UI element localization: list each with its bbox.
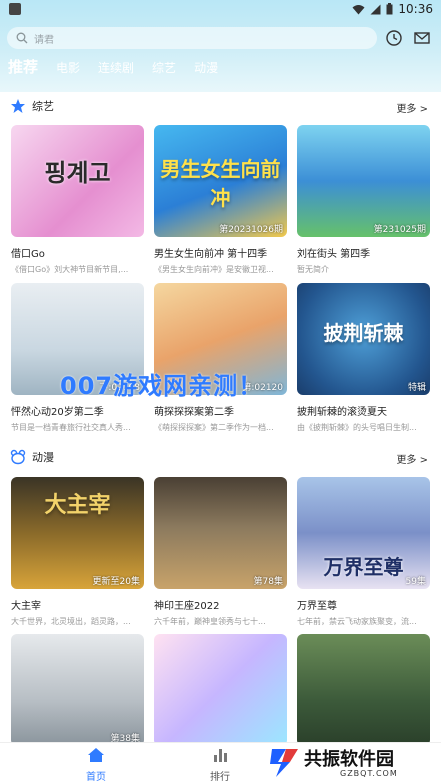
card-subtitle: 《借口Go》刘大神节目新节目,... <box>11 265 129 274</box>
nav-home-label: 首页 <box>86 772 106 783</box>
card-subtitle: 由《披荆斩棘》的头号唱日生制... <box>297 423 417 432</box>
poster: 第38集 <box>11 634 144 746</box>
variety-card[interactable]: 第231025期 刘在街头 第四季 暂无简介 <box>297 125 430 275</box>
episode-tag: 59集 <box>405 577 426 587</box>
history-icon[interactable] <box>385 29 403 47</box>
card-title: 大主宰 <box>11 601 41 612</box>
poster-text: 大主宰 <box>44 493 111 518</box>
card-subtitle: 《萌探探探案》第二季作为一档... <box>154 423 274 432</box>
episode-tag: 第78集 <box>253 577 283 587</box>
card-title: 神印王座2022 <box>154 601 220 612</box>
poster: 披荆斩棘 特辑 <box>297 283 430 395</box>
anime-card[interactable]: 大主宰 更新至20集 大主宰 大千世界，北灵境出，蹈灵路，... <box>11 477 144 627</box>
anime-section-title: 动漫 <box>10 449 54 465</box>
bear-icon <box>10 449 26 465</box>
message-icon[interactable] <box>413 29 431 47</box>
section-label: 综艺 <box>32 100 54 113</box>
star-icon <box>11 99 25 113</box>
battery-icon <box>386 3 393 15</box>
tab-variety[interactable]: 综艺 <box>152 60 176 76</box>
home-icon <box>88 748 104 762</box>
tab-recommend[interactable]: 推荐 <box>8 58 38 76</box>
brand-logo-icon <box>270 749 298 777</box>
episode-tag: 更新至20集 <box>92 577 140 587</box>
card-subtitle: 暂无简介 <box>297 265 329 274</box>
signal-icon <box>370 4 381 14</box>
card-subtitle: 大千世界，北灵境出，蹈灵路，... <box>11 617 131 626</box>
card-subtitle: 七年前，禁云飞动家族聚变，流... <box>297 617 417 626</box>
poster: 第78集 <box>154 477 287 589</box>
card-title: 怦然心动20岁第二季 <box>11 407 104 418</box>
section-label: 动漫 <box>32 451 54 464</box>
poster-text: 男生女生向前冲 <box>160 157 281 210</box>
anime-card[interactable]: 万界至尊 59集 万界至尊 七年前，禁云飞动家族聚变，流... <box>297 477 430 627</box>
brand-watermark: 共振软件园 GZBQT.COM <box>268 743 438 783</box>
tab-anime[interactable]: 动漫 <box>194 60 218 76</box>
tab-series[interactable]: 连续剧 <box>98 60 134 76</box>
episode-tag: 第20231026期 <box>219 225 283 235</box>
anime-card[interactable]: 第38集 <box>11 634 144 746</box>
nav-rank-label: 排行 <box>210 772 230 783</box>
poster: 大主宰 更新至20集 <box>11 477 144 589</box>
card-subtitle: 《男生女生向前冲》是安徽卫视... <box>154 265 274 274</box>
poster: 第231025期 <box>297 125 430 237</box>
watermark: 007游戏网亲测！ <box>60 372 264 400</box>
status-bar: 10:36 <box>0 0 441 20</box>
episode-tag: 第231025期 <box>373 225 426 235</box>
nav-home[interactable]: 首页 <box>66 747 126 783</box>
anime-card[interactable] <box>297 634 430 746</box>
poster: 핑계고 <box>11 125 144 237</box>
search-bar[interactable]: 请君 <box>7 27 377 49</box>
variety-card[interactable]: 下:02108 怦然心动20岁第二季 节目是一档青春旅行社交真人秀... <box>11 283 144 433</box>
poster-text: 핑계고 <box>44 159 111 187</box>
card-subtitle: 六千年前，巅神皇领秀与七十... <box>154 617 266 626</box>
category-tabs: 推荐 电影 连续剧 综艺 动漫 <box>8 58 218 76</box>
notification-icon <box>9 3 21 15</box>
card-title: 披荆斩棘的滚烫夏天 <box>297 407 387 418</box>
card-title: 万界至尊 <box>297 601 337 612</box>
variety-card[interactable]: 男生女生向前冲 第20231026期 男生女生向前冲 第十四季 《男生女生向前冲… <box>154 125 287 275</box>
status-time: 10:36 <box>398 2 433 16</box>
variety-card[interactable]: 핑계고 借口Go 《借口Go》刘大神节目新节目,... <box>11 125 144 275</box>
anime-card[interactable] <box>154 634 287 746</box>
card-subtitle: 节目是一档青春旅行社交真人秀... <box>11 423 131 432</box>
brand-name: 共振软件园 <box>304 749 394 770</box>
variety-section-title: 综艺 <box>10 98 54 114</box>
anime-more-link[interactable]: 更多 > <box>396 451 428 466</box>
card-title: 男生女生向前冲 第十四季 <box>154 249 268 260</box>
variety-card[interactable]: 披荆斩棘 特辑 披荆斩棘的滚烫夏天 由《披荆斩棘》的头号唱日生制... <box>297 283 430 433</box>
variety-more-link[interactable]: 更多 > <box>396 100 428 115</box>
anime-card[interactable]: 第78集 神印王座2022 六千年前，巅神皇领秀与七十... <box>154 477 287 627</box>
wifi-icon <box>352 4 365 14</box>
search-icon <box>16 32 28 44</box>
poster <box>154 634 287 746</box>
nav-rank[interactable]: 排行 <box>190 747 250 783</box>
tab-movie[interactable]: 电影 <box>56 60 80 76</box>
poster: 男生女生向前冲 第20231026期 <box>154 125 287 237</box>
card-title: 刘在街头 第四季 <box>297 249 371 260</box>
card-title: 借口Go <box>11 249 45 260</box>
search-input[interactable]: 请君 <box>34 31 54 46</box>
poster-text: 披荆斩棘 <box>323 321 404 345</box>
poster: 万界至尊 59集 <box>297 477 430 589</box>
variety-card[interactable]: 第:02120 萌探探探案第二季 《萌探探探案》第二季作为一档... <box>154 283 287 433</box>
card-title: 萌探探探案第二季 <box>154 407 234 418</box>
poster <box>297 634 430 746</box>
episode-tag: 特辑 <box>407 383 426 393</box>
bar-chart-icon <box>214 749 227 762</box>
brand-domain: GZBQT.COM <box>340 769 398 778</box>
